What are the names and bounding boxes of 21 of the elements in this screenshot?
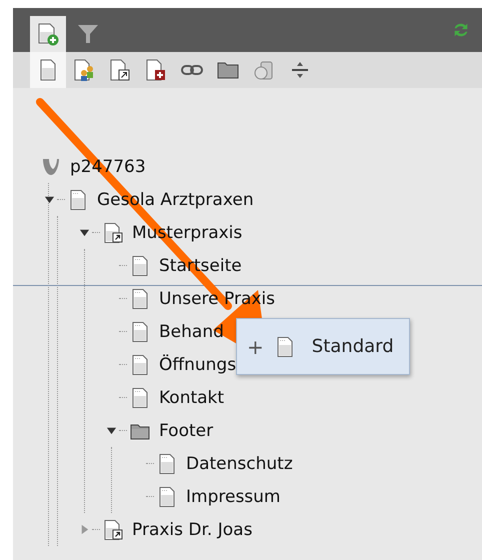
tree-item[interactable]: Impressum — [186, 486, 280, 506]
collapse-toggle-icon[interactable] — [78, 227, 90, 238]
tooltip-label: Standard — [312, 336, 394, 357]
plus-sign: + — [247, 334, 264, 358]
tree-item[interactable]: Datenschutz — [186, 454, 293, 474]
tree-item[interactable]: Kontakt — [159, 388, 224, 408]
filter-icon — [76, 22, 100, 46]
plus-page-icon — [144, 58, 168, 82]
tree-item[interactable]: Öffnungs — [159, 354, 236, 374]
tree-item[interactable]: Praxis Dr. Joas — [132, 520, 252, 540]
collapse-toggle-icon[interactable] — [44, 194, 54, 205]
shortcut-page-icon — [102, 222, 124, 244]
toolbar-button[interactable] — [30, 52, 66, 88]
shortcut-page-icon — [108, 58, 132, 82]
tree-item[interactable]: Behand — [159, 322, 224, 342]
tab[interactable] — [30, 16, 66, 52]
new-page-icon — [36, 22, 60, 46]
collapse-toggle-icon[interactable] — [106, 425, 116, 436]
shortcut-page-icon — [102, 518, 124, 540]
tree-item[interactable]: Footer — [159, 420, 214, 440]
users-page-icon — [72, 58, 96, 82]
